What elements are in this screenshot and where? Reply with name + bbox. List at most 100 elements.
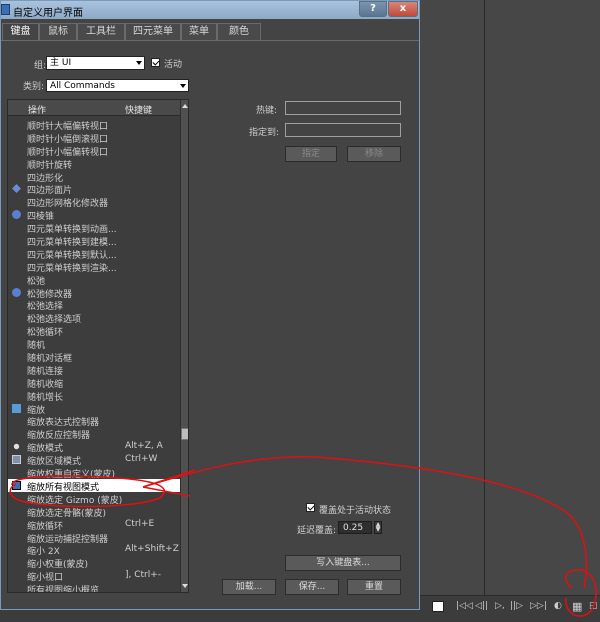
tab-quad-menus[interactable]: 四元菜单	[125, 23, 181, 40]
list-item[interactable]: 缩放模式 Alt+Z, A	[8, 440, 180, 454]
list-item[interactable]: 松弛选择选项	[8, 311, 180, 325]
list-item[interactable]: 四元菜单转换到建模...	[8, 234, 180, 248]
help-button[interactable]: ?	[359, 1, 387, 17]
list-item[interactable]: 松弛循环	[8, 324, 180, 338]
list-item[interactable]: 随机收缩	[8, 376, 180, 390]
list-item-action: 所有视图缩小概览	[27, 586, 100, 593]
list-item[interactable]: 缩放选定骨骼(蒙皮)	[8, 505, 180, 519]
list-item-shortcut: Ctrl+E	[125, 518, 155, 529]
action-list[interactable]: 操作 快捷键 顺时针大幅偏转视口 顺时针小幅倒滚视口 顺时针小幅偏转视口 顺时针旋转四…	[7, 99, 189, 593]
list-item[interactable]: 缩放选定 Gizmo (蒙皮)	[8, 492, 180, 506]
scale-icon	[12, 403, 21, 413]
zoom-all-icon	[12, 480, 21, 490]
list-item[interactable]: 四边形网格化修改器	[8, 195, 180, 209]
active-checkbox[interactable]	[151, 58, 160, 67]
list-item[interactable]: 缩小权重(蒙皮)	[8, 556, 180, 570]
close-button[interactable]: x	[388, 1, 418, 17]
list-item[interactable]: 随机对话框	[8, 350, 180, 364]
hotkey-label: 热键:	[256, 106, 278, 116]
scroll-down-icon[interactable]	[182, 584, 188, 588]
list-item[interactable]: 松弛选择	[8, 298, 180, 312]
remove-button[interactable]: 移除	[347, 146, 401, 162]
list-item[interactable]: 顺时针旋转	[8, 157, 180, 171]
viewport-background	[420, 0, 600, 622]
zoom-extents-all-icon[interactable]: ▦	[572, 600, 582, 613]
list-item[interactable]: 缩放运动捕捉控制器	[8, 531, 180, 545]
list-item[interactable]: 四元菜单转换到动画...	[8, 221, 180, 235]
maximize-viewport-icon[interactable]: ◱	[589, 601, 598, 611]
spinner-arrows-icon[interactable]: ▲ ▼	[374, 521, 382, 534]
frame-dropdown[interactable]	[432, 601, 444, 612]
list-item-shortcut: ], Ctrl+-	[125, 570, 162, 581]
assigned-to-field[interactable]	[285, 123, 401, 137]
list-item[interactable]: 随机增长	[8, 389, 180, 403]
go-to-end-icon[interactable]: ▷▷|	[530, 601, 547, 611]
viewport-divider	[484, 0, 485, 595]
header-shortcut[interactable]: 快捷键	[125, 103, 152, 116]
list-item[interactable]: 缩放	[8, 402, 180, 416]
override-checkbox[interactable]	[306, 503, 315, 512]
tab-mouse[interactable]: 鼠标	[39, 23, 77, 40]
play-icon[interactable]: ▷,	[495, 601, 505, 611]
list-item[interactable]: 缩放权重自定义(蒙皮)	[8, 466, 180, 480]
load-button[interactable]: 加载...	[222, 579, 276, 595]
title-bar: 自定义用户界面 ? x	[1, 1, 419, 19]
list-item[interactable]: 缩放循环 Ctrl+E	[8, 518, 180, 532]
scroll-thumb[interactable]	[181, 428, 188, 440]
tab-toolbars[interactable]: 工具栏	[77, 23, 125, 40]
list-item[interactable]: 顺时针小幅偏转视口	[8, 144, 180, 158]
list-scrollbar[interactable]	[180, 100, 188, 592]
list-item[interactable]: 缩小视口], Ctrl+-	[8, 569, 180, 583]
category-label: 类别:	[23, 82, 45, 92]
list-item[interactable]: 松弛修改器	[8, 286, 180, 300]
group-dropdown[interactable]: 主 UI	[46, 56, 145, 70]
diamond-icon	[12, 184, 21, 194]
assigned-to-label: 指定到:	[249, 128, 280, 138]
list-item[interactable]: 随机	[8, 337, 180, 351]
list-item[interactable]: 缩放区域模式 Ctrl+W	[8, 453, 180, 467]
list-item[interactable]: 顺时针大幅偏转视口	[8, 118, 180, 132]
list-item-shortcut: Alt+Shift+Z	[125, 544, 179, 555]
list-item[interactable]: 所有视图缩小概览	[8, 582, 180, 593]
hotkey-input[interactable]	[285, 101, 401, 115]
list-header: 操作 快捷键	[8, 100, 180, 116]
assign-button[interactable]: 指定	[285, 146, 337, 162]
list-item[interactable]: 四元菜单转换到默认...	[8, 247, 180, 261]
delay-spinner[interactable]: 0.25	[338, 521, 372, 534]
list-item[interactable]: 缩放所有视图模式	[8, 478, 180, 493]
tab-colors[interactable]: 颜色	[217, 23, 261, 40]
tab-bar: 键盘 鼠标 工具栏 四元菜单 菜单 颜色	[1, 23, 419, 41]
list-item[interactable]: 四棱锥	[8, 208, 180, 222]
go-to-start-icon[interactable]: |◁◁	[456, 601, 473, 611]
save-button[interactable]: 保存...	[285, 579, 339, 595]
app-icon	[1, 4, 10, 15]
chevron-down-icon	[136, 61, 142, 65]
tab-divider	[1, 40, 419, 41]
list-item[interactable]: 随机连接	[8, 363, 180, 377]
list-item[interactable]: 四边形化	[8, 170, 180, 184]
list-rows: 顺时针大幅偏转视口 顺时针小幅倒滚视口 顺时针小幅偏转视口 顺时针旋转 四边形化 四边形面…	[8, 118, 180, 593]
category-value: All Commands	[50, 81, 115, 91]
list-item[interactable]: 四边形面片	[8, 182, 180, 196]
category-dropdown[interactable]: All Commands	[46, 79, 189, 92]
list-item[interactable]: 缩放反应控制器	[8, 427, 180, 441]
tab-menus[interactable]: 菜单	[181, 23, 217, 40]
list-item[interactable]: 松弛	[8, 273, 180, 287]
tab-keyboard[interactable]: 键盘	[2, 23, 39, 41]
orbit-icon[interactable]: ◐	[554, 601, 562, 611]
list-item[interactable]: 顺时针小幅倒滚视口	[8, 131, 180, 145]
active-label: 活动	[164, 60, 183, 70]
reset-button[interactable]: 重置	[347, 579, 401, 595]
header-action[interactable]: 操作	[28, 103, 46, 116]
list-item[interactable]: 四元菜单转换到渲染...	[8, 260, 180, 274]
scroll-up-icon[interactable]	[182, 104, 188, 108]
customize-ui-dialog: 自定义用户界面 ? x 键盘 鼠标 工具栏 四元菜单 菜单 颜色 组: 主 UI…	[0, 0, 420, 610]
next-frame-icon[interactable]: ||▷	[510, 601, 523, 611]
region-icon	[12, 455, 21, 465]
list-item[interactable]: 缩小 2X Alt+Shift+Z	[8, 543, 180, 557]
list-item[interactable]: 缩放表达式控制器	[8, 414, 180, 428]
dot-icon	[13, 444, 20, 450]
chevron-down-icon	[180, 84, 186, 88]
write-keyboard-chart-button[interactable]: 写入键盘表...	[285, 555, 401, 571]
previous-frame-icon[interactable]: ◁||	[475, 601, 488, 611]
